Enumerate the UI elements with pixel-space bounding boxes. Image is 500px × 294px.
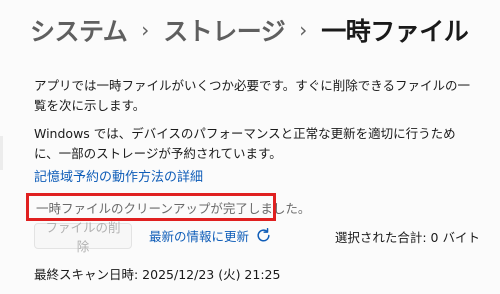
breadcrumb-storage[interactable]: ストレージ xyxy=(163,12,286,48)
last-scan-time: 最終スキャン日時: 2025/12/23 (火) 21:25 xyxy=(34,267,281,282)
storage-reserve-link[interactable]: 記憶域予約の動作方法の詳細 xyxy=(34,168,203,188)
chevron-right-icon: › xyxy=(299,18,308,42)
selected-total: 選択された合計: 0 バイト xyxy=(334,230,480,245)
refresh-label: 最新の情報に更新 xyxy=(149,229,250,244)
page-title: 一時ファイル xyxy=(321,17,469,46)
refresh-icon xyxy=(257,227,270,242)
reserve-description-text: Windows では、デバイスのパフォーマンスと正常な更新を適切に行うために、一… xyxy=(34,126,456,161)
scroll-edge xyxy=(0,136,3,170)
status-message: 一時ファイルのクリーンアップが完了しました。 xyxy=(36,200,311,216)
breadcrumb-system[interactable]: システム xyxy=(30,12,128,48)
refresh-button[interactable]: 最新の情報に更新 xyxy=(149,226,272,245)
description-text: アプリでは一時ファイルがいくつか必要です。すぐに削除できるファイルの一覧を次に示… xyxy=(34,78,471,113)
delete-files-button[interactable]: ファイルの削除 xyxy=(34,220,132,254)
breadcrumb: システム › ストレージ › 一時ファイル xyxy=(30,10,469,50)
chevron-right-icon: › xyxy=(141,18,150,42)
